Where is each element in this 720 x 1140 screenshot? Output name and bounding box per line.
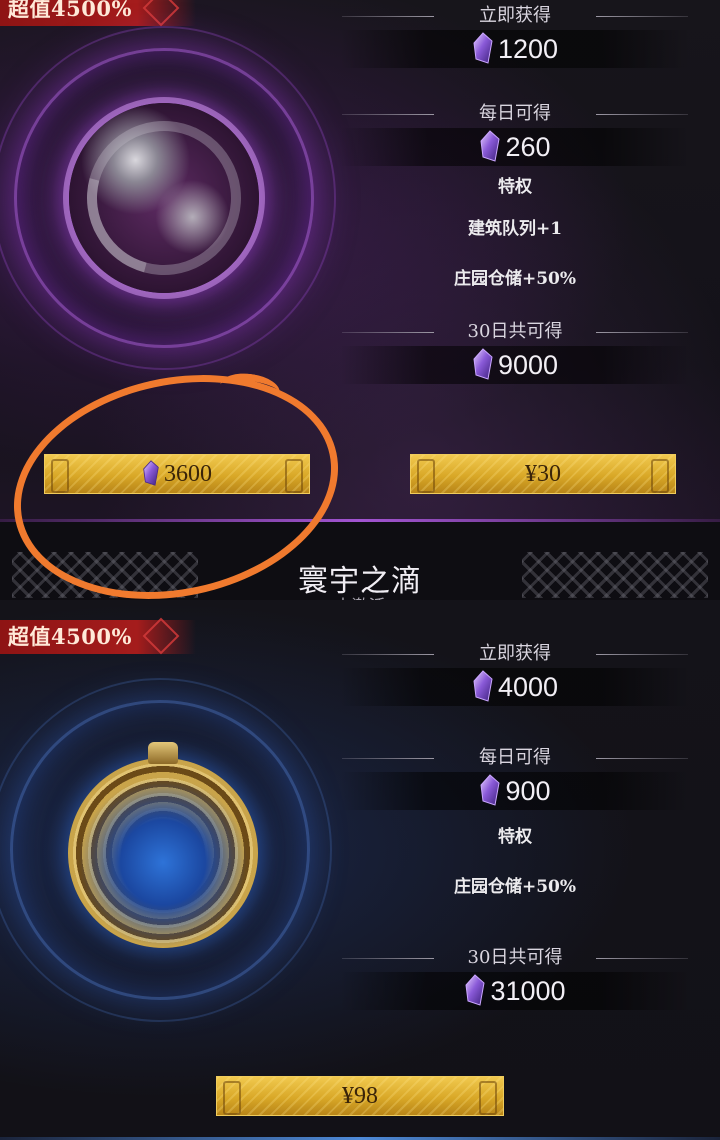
immediate-value: 1200 <box>497 34 559 64</box>
value-ribbon: 超值4500% <box>0 617 196 655</box>
knot-ornament-icon <box>142 0 180 27</box>
card2-rewards: 立即获得 4000 每日可得 900 特权 庄园仓储+50% 30日共可得 31… <box>340 642 690 1010</box>
purple-crystal-icon <box>480 774 501 806</box>
perk-item: 庄园仓储+50% <box>453 269 577 289</box>
buy-with-cash-button[interactable]: ¥98 <box>216 1076 504 1116</box>
immediate-value-strip: 1200 <box>340 30 690 68</box>
purple-orb-frame <box>0 26 336 370</box>
buy-with-cash-button[interactable]: ¥30 <box>410 454 676 494</box>
value-ribbon-text: 超值4500% <box>8 0 132 21</box>
card1-rewards: 立即获得 1200 每日可得 260 特权 建筑队列+1 庄园仓储+50% 30… <box>340 4 690 384</box>
purple-crystal-icon <box>465 974 485 1006</box>
total-value: 9000 <box>497 350 559 380</box>
daily-label: 每日可得 <box>340 102 690 126</box>
subscription-card-2: 超值4500% 立即获得 4000 每日可得 900 特权 庄园仓储+50% 3… <box>0 600 720 1140</box>
total-value-strip: 9000 <box>340 346 690 384</box>
blue-orb-frame <box>0 678 332 1022</box>
perk-item: 建筑队列+1 <box>467 219 563 239</box>
privilege-label: 特权 <box>498 177 532 197</box>
purple-crystal-icon <box>473 670 493 702</box>
immediate-label: 立即获得 <box>340 4 690 28</box>
immediate-value-strip: 4000 <box>340 668 690 706</box>
daily-value: 900 <box>505 776 551 806</box>
total-value: 31000 <box>490 976 566 1006</box>
daily-value: 260 <box>505 132 551 162</box>
total-label: 30日共可得 <box>340 946 690 970</box>
daily-value-strip: 900 <box>340 772 690 810</box>
cash-price: ¥98 <box>342 1083 378 1109</box>
purple-orb-icon <box>69 103 259 293</box>
daily-value-strip: 260 <box>340 128 690 166</box>
daily-label: 每日可得 <box>340 746 690 770</box>
total-value-strip: 31000 <box>340 972 690 1010</box>
knot-ornament-icon <box>142 617 180 655</box>
purple-crystal-icon <box>473 348 493 380</box>
immediate-label: 立即获得 <box>340 642 690 666</box>
purple-crystal-icon <box>480 130 501 162</box>
cash-price: ¥30 <box>525 461 561 487</box>
purple-crystal-icon <box>473 32 493 64</box>
value-ribbon: 超值4500% <box>0 0 196 27</box>
golden-orb-icon <box>68 742 258 948</box>
total-label: 30日共可得 <box>340 320 690 344</box>
privilege-label: 特权 <box>498 827 532 847</box>
perk-item: 庄园仓储+50% <box>453 877 577 897</box>
immediate-value: 4000 <box>497 672 559 702</box>
value-ribbon-text: 超值4500% <box>8 624 132 649</box>
